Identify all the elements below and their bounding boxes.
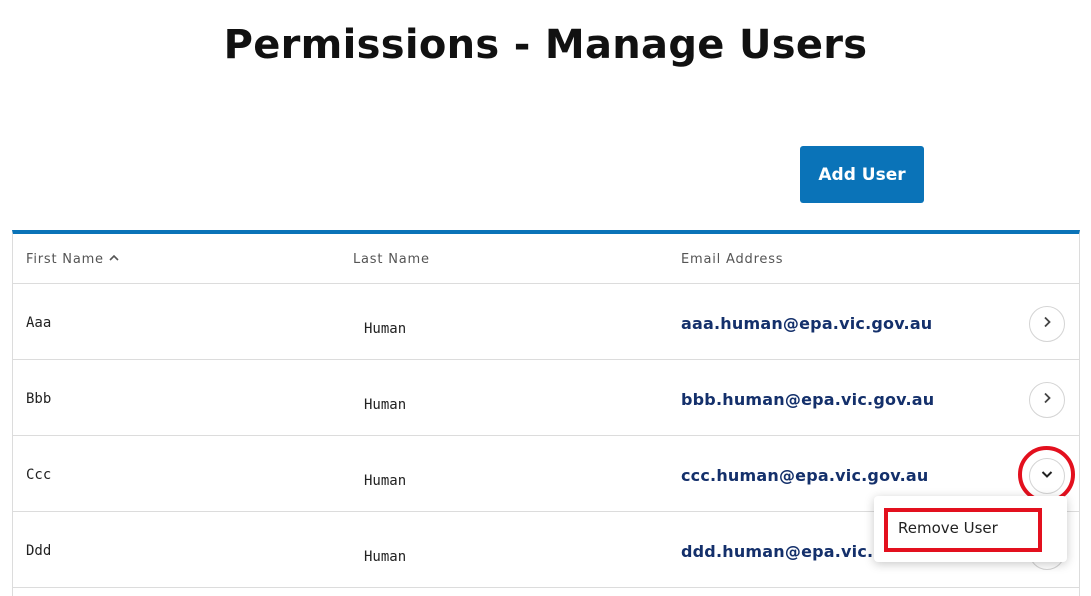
table-row: Aaa Human aaa.human@epa.vic.gov.au bbox=[13, 284, 1079, 360]
email-cell: ddd.human@epa.vic. bbox=[681, 542, 874, 561]
page-title: Permissions - Manage Users bbox=[223, 22, 868, 68]
last-name-cell: Human bbox=[364, 321, 407, 337]
last-name-cell: Human bbox=[364, 397, 407, 413]
column-header-email-address[interactable]: Email Address bbox=[681, 252, 783, 267]
row-expand-button[interactable] bbox=[1029, 382, 1065, 418]
table-header: First Name Last Name Email Address bbox=[13, 234, 1079, 284]
column-header-last-name[interactable]: Last Name bbox=[353, 252, 430, 267]
email-cell: bbb.human@epa.vic.gov.au bbox=[681, 390, 935, 409]
row-actions-dropdown: Remove User bbox=[874, 496, 1067, 562]
column-header-label: First Name bbox=[26, 252, 104, 267]
chevron-right-icon bbox=[1040, 315, 1054, 334]
chevron-right-icon bbox=[1040, 391, 1054, 410]
chevron-down-icon bbox=[1040, 467, 1054, 486]
add-user-button[interactable]: Add User bbox=[800, 146, 924, 203]
first-name-cell: Ddd bbox=[26, 543, 52, 559]
remove-user-menu-item[interactable]: Remove User bbox=[884, 509, 1041, 547]
email-cell: aaa.human@epa.vic.gov.au bbox=[681, 314, 933, 333]
row-collapse-button[interactable] bbox=[1029, 458, 1065, 494]
email-cell: ccc.human@epa.vic.gov.au bbox=[681, 466, 929, 485]
column-header-first-name[interactable]: First Name bbox=[26, 252, 120, 267]
table-row: Bbb Human bbb.human@epa.vic.gov.au bbox=[13, 360, 1079, 436]
sort-ascending-icon bbox=[108, 252, 120, 267]
last-name-cell: Human bbox=[364, 473, 407, 489]
first-name-cell: Ccc bbox=[26, 467, 52, 483]
last-name-cell: Human bbox=[364, 549, 407, 565]
first-name-cell: Bbb bbox=[26, 391, 52, 407]
first-name-cell: Aaa bbox=[26, 315, 52, 331]
row-expand-button[interactable] bbox=[1029, 306, 1065, 342]
